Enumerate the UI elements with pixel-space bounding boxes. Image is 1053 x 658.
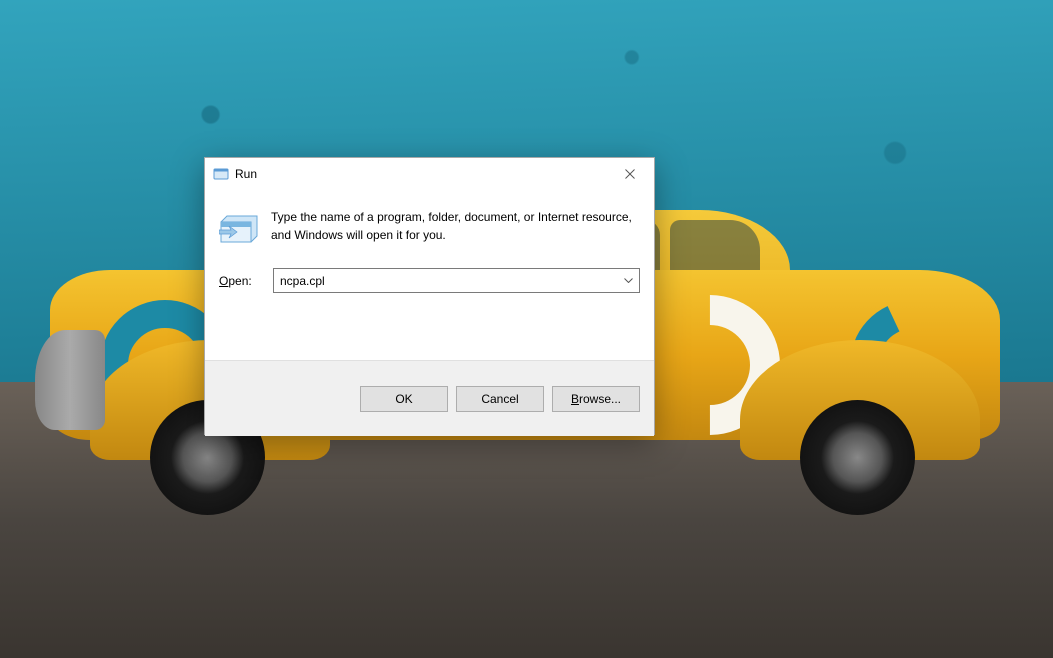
open-combobox[interactable]: [273, 268, 640, 293]
titlebar[interactable]: Run: [205, 158, 654, 190]
open-row: Open:: [219, 268, 640, 293]
dialog-title: Run: [235, 167, 607, 181]
browse-button[interactable]: Browse...: [552, 386, 640, 412]
dialog-body: Type the name of a program, folder, docu…: [205, 190, 654, 360]
run-titlebar-icon: [213, 166, 229, 182]
dialog-footer: OK Cancel Browse...: [205, 360, 654, 436]
cancel-button[interactable]: Cancel: [456, 386, 544, 412]
ok-button[interactable]: OK: [360, 386, 448, 412]
open-label: Open:: [219, 274, 261, 288]
run-program-icon: [219, 210, 259, 246]
info-row: Type the name of a program, folder, docu…: [219, 208, 640, 246]
close-icon: [625, 169, 635, 179]
chevron-down-icon: [624, 278, 633, 283]
open-input[interactable]: [273, 268, 640, 293]
close-button[interactable]: [607, 159, 652, 189]
combobox-dropdown-button[interactable]: [617, 269, 639, 292]
run-dialog: Run Type the name of a program, folder, …: [204, 157, 655, 435]
dialog-description: Type the name of a program, folder, docu…: [271, 208, 640, 244]
